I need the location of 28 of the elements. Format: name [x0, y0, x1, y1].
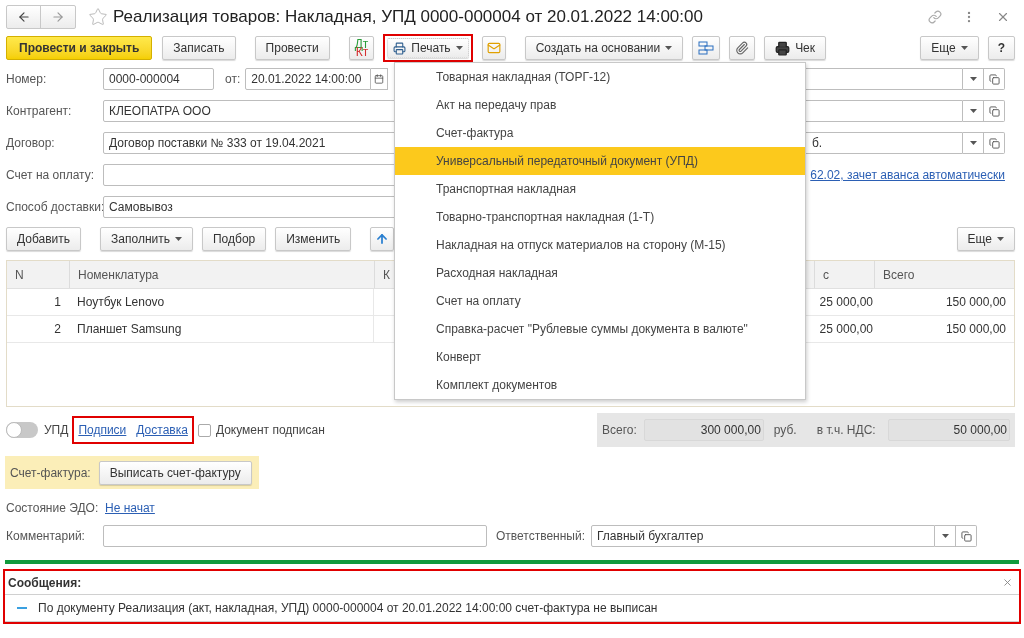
messages-title: Сообщения: [8, 574, 82, 592]
table-cell-text: 1 [53, 294, 62, 311]
field-label: от: [225, 71, 241, 88]
field-label: Способ доставки: [5, 199, 103, 216]
table-cell: Ноутбук Lenovo [69, 289, 374, 315]
field-label: Счет на оплату: [5, 167, 96, 184]
field-label: Номер: [5, 71, 48, 88]
field-label: Договор: [5, 135, 56, 152]
table-cell-text: 25 000,00 [818, 294, 874, 311]
window-title: Реализация товаров: Накладная, УПД 0000-000004 от 20.01.2022 14:00:00 [113, 6, 703, 29]
table-cell-text: 150 000,00 [944, 321, 1007, 338]
toggle-label: УПД [44, 422, 69, 439]
vat-label: в т.ч. НДС: [816, 422, 876, 439]
invoice-label: Счет-фактура: [10, 464, 91, 482]
total-field: 300 000,00 [643, 419, 764, 441]
checkbox-label: Документ подписан [215, 422, 325, 439]
table-cell-text: 25 000,00 [818, 321, 874, 338]
table-cell: Планшет Samsung [69, 316, 374, 342]
field-label: Ответственный: [496, 528, 586, 545]
message-text: По документу Реализация (акт, накладная, УПД) 0000-000004 от 20.01.2022 14:00:00 счет-фактура не выписан [38, 600, 658, 617]
vat-field: 50 000,00 [888, 419, 1010, 441]
table-cell-text: 150 000,00 [944, 294, 1007, 311]
field-label: Комментарий: [5, 528, 86, 545]
currency-label: руб. [773, 422, 797, 439]
table-cell-text: 2 [53, 321, 62, 338]
field-label: Контрагент: [5, 103, 73, 120]
totals-label: Всего: [602, 422, 637, 439]
field-label: Состояние ЭДО: [5, 500, 100, 517]
